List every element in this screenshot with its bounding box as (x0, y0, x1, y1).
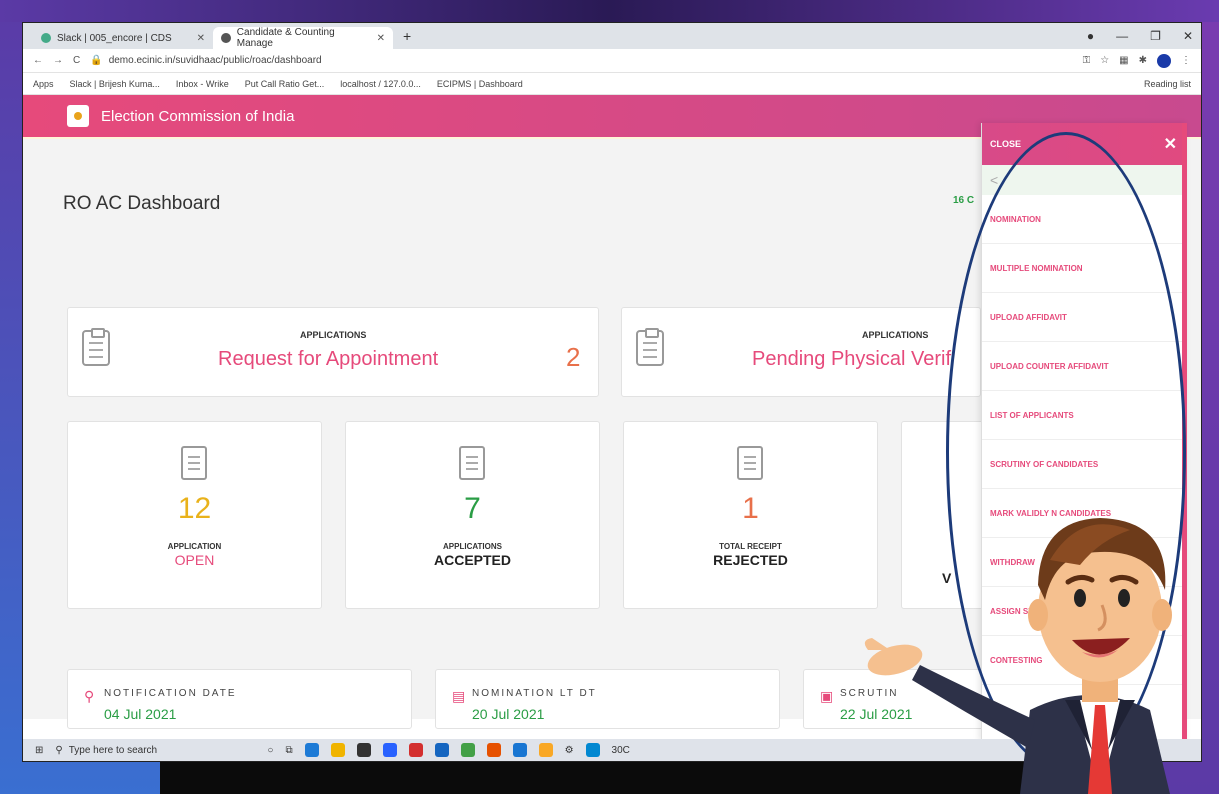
stat-label: APPLICATION (167, 542, 222, 551)
date-notification: ⚲ NOTIFICATION DATE 04 Jul 2021 (67, 669, 412, 729)
close-icon[interactable]: ✕ (1164, 134, 1177, 154)
card-label: APPLICATIONS (862, 330, 929, 340)
date-nomination: ▤ NOMINATION LT DT 20 Jul 2021 (435, 669, 780, 729)
window-controls: ● — ❐ ✕ (1087, 29, 1193, 43)
stat-value: 7 (464, 492, 481, 525)
document-settings-icon (736, 446, 763, 480)
new-tab-button[interactable]: + (393, 28, 421, 49)
card-title: Request for Appointment (218, 348, 439, 370)
clipboard-icon (636, 328, 664, 366)
clipboard-icon: ▤ (452, 688, 466, 704)
address-bar-actions: ⚿ ☆ ▦ ✱ ⋮ (1083, 53, 1191, 68)
store-icon[interactable] (356, 743, 371, 757)
page-title: RO AC Dashboard (63, 193, 221, 214)
stat-label: TOTAL RECEIPT (719, 542, 782, 551)
stat-status: ACCEPTED (433, 552, 511, 568)
stat-label: APPLICATIONS (443, 542, 502, 551)
app-icon[interactable] (538, 743, 553, 757)
address-bar: ← → C 🔒 demo.ecinic.in/suvidhaac/public/… (23, 49, 1201, 73)
date-value: 20 Jul 2021 (472, 706, 545, 722)
browser-tab-active[interactable]: Candidate & Counting Manage ✕ (213, 27, 393, 49)
card-request-appointment[interactable]: APPLICATIONS Request for Appointment 2 (67, 307, 599, 397)
task-view-icon[interactable]: ⧉ (285, 745, 292, 756)
background-top (0, 0, 1219, 22)
app-icon[interactable] (382, 743, 397, 757)
stat-value: 12 (177, 492, 212, 525)
document-edit-icon (180, 446, 207, 480)
close-window-button[interactable]: ✕ (1183, 29, 1193, 43)
weather-text: 30C (611, 744, 630, 756)
clipboard-icon (82, 328, 110, 366)
bookmark-pcr[interactable]: Put Call Ratio Get... (245, 79, 325, 89)
date-label: NOTIFICATION DATE (104, 688, 237, 699)
url-field[interactable]: 🔒 demo.ecinic.in/suvidhaac/public/roac/d… (90, 52, 1072, 70)
document-check-icon (458, 446, 485, 480)
search-placeholder: Type here to search (68, 744, 158, 756)
forward-icon[interactable]: → (53, 55, 63, 66)
globe-icon (221, 33, 231, 43)
tab-label: Slack | 005_encore | CDS (57, 32, 172, 44)
browser-tab-slack[interactable]: Slack | 005_encore | CDS ✕ (33, 27, 213, 49)
close-tab-icon[interactable]: ✕ (377, 33, 385, 44)
close-label[interactable]: CLOSE (990, 139, 1021, 149)
top-right-info: 16 C (953, 195, 975, 206)
maximize-button[interactable]: ❐ (1150, 29, 1161, 43)
cortana-icon[interactable]: ○ (267, 745, 273, 756)
bookmark-wrike[interactable]: Inbox - Wrike (176, 79, 229, 89)
lock-icon: 🔒 (90, 55, 103, 66)
card-pending-verification[interactable]: APPLICATIONS Pending Physical Verif (621, 307, 981, 397)
bookmark-apps[interactable]: Apps (33, 79, 54, 89)
chrome-icon[interactable] (460, 743, 475, 757)
edge-icon[interactable] (304, 743, 319, 757)
date-label: NOMINATION LT DT (472, 688, 597, 699)
reload-icon[interactable]: C (73, 55, 80, 66)
profile-avatar[interactable] (1157, 53, 1171, 68)
slack-icon (41, 33, 51, 43)
date-value: 04 Jul 2021 (104, 706, 177, 722)
person-icon: ⚲ (84, 688, 95, 704)
stat-applications-accepted[interactable]: 7 APPLICATIONS ACCEPTED (345, 421, 600, 609)
stat-value: 1 (742, 492, 759, 525)
bookmark-slack[interactable]: Slack | Brijesh Kuma... (70, 79, 160, 89)
minimize-button[interactable]: — (1116, 29, 1128, 43)
app-icon[interactable] (512, 743, 527, 757)
app-title: Election Commission of India (101, 107, 295, 125)
stat-status: REJECTED (713, 552, 788, 568)
scrutiny-icon: ▣ (820, 688, 834, 704)
tab-bar: Slack | 005_encore | CDS ✕ Candidate & C… (23, 23, 1201, 49)
card-title: Pending Physical Verif (752, 348, 952, 370)
tab-label: Candidate & Counting Manage (236, 27, 335, 49)
key-icon[interactable]: ⚿ (1083, 55, 1091, 66)
reading-list[interactable]: Reading list (1144, 79, 1191, 89)
bookmark-localhost[interactable]: localhost / 127.0.0... (340, 79, 421, 89)
search-icon: ⚲ (55, 744, 63, 756)
url-text: demo.ecinic.in/suvidhaac/public/roac/das… (108, 55, 322, 66)
windows-start-icon[interactable]: ⊞ (35, 745, 43, 756)
stat-application-open[interactable]: 12 APPLICATION OPEN (67, 421, 322, 609)
taskbar-search[interactable]: ⚲ Type here to search (55, 745, 255, 756)
bookmarks-bar: Apps Slack | Brijesh Kuma... Inbox - Wri… (23, 73, 1201, 95)
stat-receipt-rejected[interactable]: 1 TOTAL RECEIPT REJECTED (623, 421, 878, 609)
cartoon-presenter-illustration (864, 518, 1172, 794)
profile-icon[interactable]: ● (1087, 29, 1094, 43)
puzzle-icon[interactable]: ✱ (1139, 55, 1147, 66)
menu-icon[interactable]: ⋮ (1181, 55, 1191, 66)
card-label: APPLICATIONS (300, 330, 367, 340)
app-icon[interactable] (585, 743, 600, 757)
mail-icon[interactable] (434, 743, 449, 757)
eci-logo (67, 105, 89, 127)
stat-status: OPEN (174, 552, 215, 568)
star-icon[interactable]: ☆ (1100, 55, 1109, 66)
file-explorer-icon[interactable] (330, 743, 345, 757)
bookmark-ecipms[interactable]: ECIPMS | Dashboard (437, 79, 523, 89)
app-icon[interactable] (408, 743, 423, 757)
settings-icon[interactable]: ⚙ (565, 745, 574, 756)
back-icon[interactable]: ← (33, 55, 43, 66)
card-count: 2 (566, 342, 581, 372)
close-tab-icon[interactable]: ✕ (197, 33, 205, 44)
firefox-icon[interactable] (486, 743, 501, 757)
extension-icon[interactable]: ▦ (1119, 55, 1128, 66)
